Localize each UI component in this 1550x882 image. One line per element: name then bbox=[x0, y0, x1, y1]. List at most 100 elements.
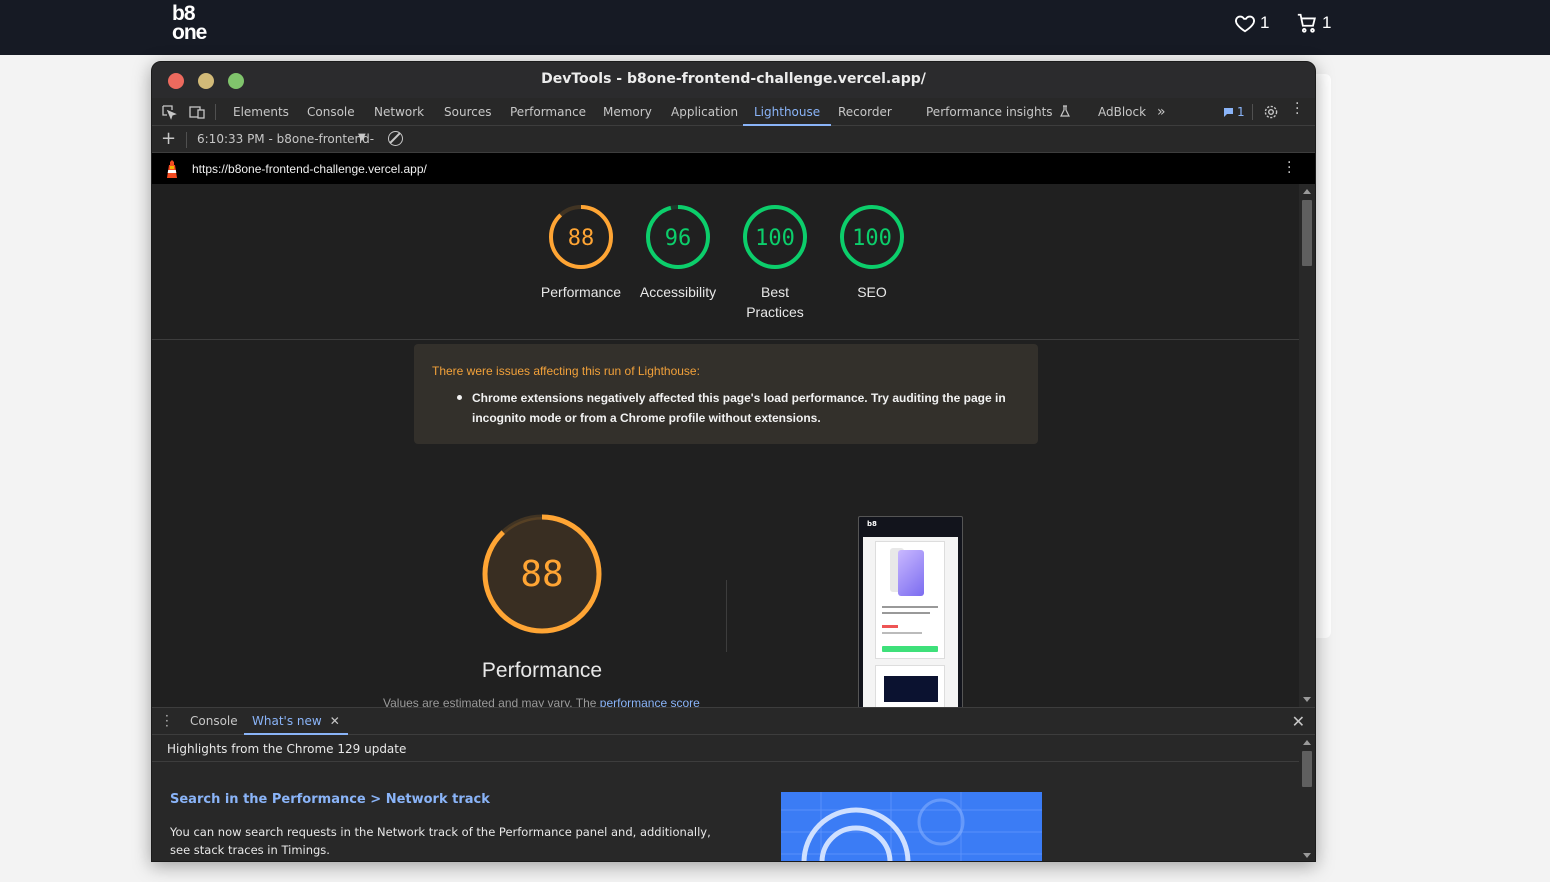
cart-button[interactable]: 1 bbox=[1296, 12, 1331, 34]
score-value: 88 bbox=[568, 226, 595, 251]
performance-big-gauge: 88 bbox=[482, 514, 602, 634]
more-tabs-chevron-icon[interactable]: » bbox=[1155, 98, 1168, 126]
toolbar-separator bbox=[215, 104, 216, 120]
score-value: 100 bbox=[755, 226, 795, 251]
performance-note: Values are estimated and may vary. The p… bbox=[383, 696, 700, 707]
performance-heading: Performance bbox=[481, 659, 603, 682]
score-gauge-best-practices[interactable]: 100 Best Practices bbox=[730, 204, 820, 322]
tab-network[interactable]: Network bbox=[372, 98, 426, 126]
gauge-ring: 96 bbox=[646, 205, 710, 269]
thumbnail-header: b8 bbox=[867, 520, 877, 528]
gauge-ring: 100 bbox=[743, 205, 807, 269]
devtools-tab-bar: Elements Console Network Sources Perform… bbox=[152, 97, 1315, 126]
tab-lighthouse[interactable]: Lighthouse bbox=[743, 98, 832, 126]
wishlist-button[interactable]: 1 bbox=[1234, 12, 1269, 34]
chevron-down-icon[interactable]: ▼ bbox=[358, 132, 366, 143]
clear-reports-icon[interactable] bbox=[388, 131, 403, 146]
close-drawer-icon[interactable]: ✕ bbox=[1292, 712, 1305, 731]
customize-menu-kebab-icon[interactable]: · · · bbox=[1295, 97, 1301, 121]
score-label: Best Practices bbox=[746, 284, 804, 320]
site-header: b8 one 1 1 bbox=[0, 0, 1550, 55]
new-report-plus-icon[interactable]: + bbox=[161, 128, 176, 149]
cart-count: 1 bbox=[1322, 13, 1332, 32]
tab-performance-insights[interactable]: Performance insights bbox=[924, 98, 1073, 126]
report-url-bar: https://b8one-frontend-challenge.vercel.… bbox=[152, 153, 1315, 184]
cart-icon bbox=[1297, 13, 1316, 33]
experiment-flask-icon bbox=[1060, 105, 1071, 117]
thumbnail-text-line bbox=[882, 632, 922, 634]
tab-recorder[interactable]: Recorder bbox=[836, 98, 894, 126]
scrollbar-thumb[interactable] bbox=[1302, 751, 1312, 787]
lighthouse-logo-icon bbox=[167, 160, 177, 178]
scroll-up-arrow-icon[interactable] bbox=[1303, 740, 1311, 745]
thumbnail-phone-image bbox=[898, 550, 924, 596]
score-gauge-performance[interactable]: 88 Performance bbox=[536, 204, 626, 302]
thumbnail-text-line bbox=[882, 606, 938, 608]
feature-illustration bbox=[781, 792, 1042, 861]
drawer-tab-console[interactable]: Console bbox=[182, 708, 246, 735]
score-value: 96 bbox=[665, 226, 692, 251]
report-url: https://b8one-frontend-challenge.vercel.… bbox=[192, 162, 427, 176]
feature-description: You can now search requests in the Netwo… bbox=[170, 825, 711, 857]
score-value: 100 bbox=[852, 226, 892, 251]
lighthouse-toolbar: + 6:10:33 PM - b8one-frontend- ▼ bbox=[152, 126, 1315, 153]
thumbnail-monitor-image bbox=[884, 676, 938, 702]
score-gauge-seo[interactable]: 100 SEO bbox=[827, 204, 917, 302]
toolbar-separator bbox=[1252, 104, 1253, 120]
warnings-title: There were issues affecting this run of … bbox=[432, 364, 700, 378]
tab-performance[interactable]: Performance bbox=[508, 98, 588, 126]
issues-badge[interactable]: 1 bbox=[1223, 105, 1245, 119]
performance-note-text: Values are estimated and may vary. The bbox=[383, 696, 600, 707]
settings-gear-icon[interactable] bbox=[1263, 104, 1279, 120]
report-select[interactable]: 6:10:33 PM - b8one-frontend- bbox=[197, 132, 374, 146]
scroll-down-arrow-icon[interactable] bbox=[1303, 697, 1311, 702]
tab-sources[interactable]: Sources bbox=[442, 98, 493, 126]
score-gauge-accessibility[interactable]: 96 Accessibility bbox=[633, 204, 723, 302]
devtools-window: DevTools - b8one-frontend-challenge.verc… bbox=[151, 61, 1316, 862]
tab-memory[interactable]: Memory bbox=[601, 98, 654, 126]
device-toolbar-icon[interactable] bbox=[189, 104, 205, 120]
scroll-down-arrow-icon[interactable] bbox=[1303, 853, 1311, 858]
title-bar: DevTools - b8one-frontend-challenge.verc… bbox=[152, 62, 1315, 98]
drawer-tab-whats-new-label: What's new bbox=[252, 714, 322, 728]
tab-elements[interactable]: Elements bbox=[231, 98, 291, 126]
thumbnail-price bbox=[882, 625, 898, 628]
thumbnail-add-button bbox=[882, 646, 938, 652]
heart-icon bbox=[1235, 15, 1255, 33]
tab-adblock[interactable]: AdBlock bbox=[1096, 98, 1148, 126]
tab-performance-insights-label: Performance insights bbox=[926, 105, 1053, 119]
tab-application[interactable]: Application bbox=[669, 98, 740, 126]
gauge-ring: 100 bbox=[840, 205, 904, 269]
vertical-divider bbox=[726, 580, 727, 652]
score-label: Accessibility bbox=[639, 284, 717, 300]
site-logo[interactable]: b8 one bbox=[172, 3, 207, 43]
close-tab-icon[interactable]: ✕ bbox=[330, 714, 340, 728]
inspect-element-icon[interactable] bbox=[161, 104, 177, 120]
bullet bbox=[457, 395, 462, 400]
lighthouse-report: 88 Performance 96 Accessibility 100 Best… bbox=[152, 184, 1300, 707]
performance-score-link[interactable]: performance score bbox=[600, 696, 700, 707]
final-screenshot-thumbnail[interactable]: b8 bbox=[858, 516, 963, 707]
warning-item: Chrome extensions negatively affected th… bbox=[472, 391, 1006, 425]
tab-console[interactable]: Console bbox=[305, 98, 357, 126]
drawer-tab-whats-new[interactable]: What's new ✕ bbox=[244, 708, 348, 735]
drawer-tab-bar: · · · Console What's new ✕ ✕ bbox=[152, 707, 1315, 735]
feature-title-link[interactable]: Search in the Performance > Network trac… bbox=[170, 792, 490, 807]
gauge-ring: 88 bbox=[549, 205, 613, 269]
issues-count: 1 bbox=[1237, 105, 1245, 119]
wishlist-count: 1 bbox=[1260, 13, 1270, 32]
whats-new-subtitle-bar: Highlights from the Chrome 129 update bbox=[152, 735, 1300, 762]
score-label: SEO bbox=[857, 284, 887, 300]
whats-new-body: Search in the Performance > Network trac… bbox=[152, 762, 1300, 861]
drawer-scrollbar[interactable] bbox=[1299, 735, 1315, 861]
report-divider bbox=[152, 339, 1300, 340]
performance-score-value: 88 bbox=[520, 554, 563, 595]
thumbnail-product-card bbox=[875, 541, 945, 659]
run-warnings-box: There were issues affecting this run of … bbox=[414, 344, 1038, 444]
scrollbar-thumb[interactable] bbox=[1302, 200, 1312, 266]
scroll-up-arrow-icon[interactable] bbox=[1303, 189, 1311, 194]
drawer-menu-kebab-icon[interactable]: · · · bbox=[165, 710, 169, 732]
issue-message-icon bbox=[1224, 107, 1233, 117]
report-menu-kebab-icon[interactable]: · · · bbox=[1287, 156, 1293, 180]
report-scrollbar[interactable] bbox=[1299, 184, 1315, 707]
